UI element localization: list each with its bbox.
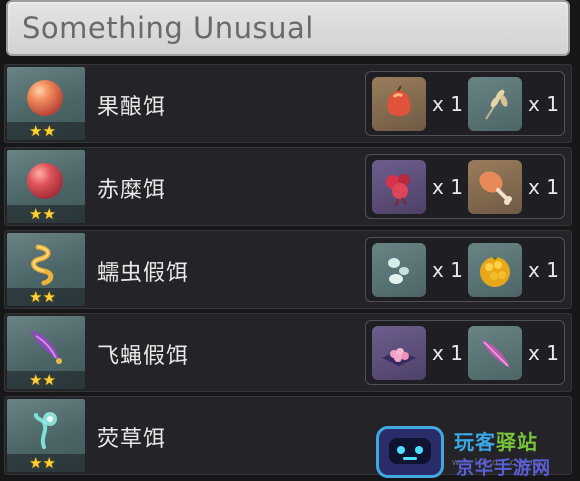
material-quantity: x 1	[528, 258, 559, 282]
materials-box: x 1 x 1	[365, 154, 565, 219]
raw-drumstick-icon	[479, 171, 512, 205]
bait-name: 荧草饵	[97, 427, 167, 452]
orange-fruit-bait-icon	[27, 80, 63, 116]
material-slot[interactable]	[468, 243, 522, 297]
bait-thumbnail: ★★	[7, 316, 85, 389]
material-slot[interactable]	[468, 326, 522, 380]
bait-thumbnail: ★★	[7, 399, 85, 472]
material-quantity: x 1	[432, 175, 463, 199]
bait-thumbnail: ★★	[7, 67, 85, 140]
bait-row[interactable]: ★★ 赤糜饵 x 1 x 1	[4, 147, 572, 226]
material-slot[interactable]	[468, 77, 522, 131]
pink-flower-cluster-icon	[382, 348, 416, 366]
bait-name: 果酿饵	[97, 95, 167, 120]
material-quantity: x 1	[432, 92, 463, 116]
materials-box: x 1 x 1	[365, 237, 565, 302]
watermark-subtitle: 京华手游网	[456, 458, 551, 479]
bait-name: 飞蝇假饵	[97, 344, 190, 369]
material-quantity: x 1	[432, 258, 463, 282]
red-coral-flower-icon	[386, 174, 410, 207]
bait-thumbnail: ★★	[7, 150, 85, 223]
rarity-stars: ★★	[7, 454, 85, 472]
white-droplets-icon	[388, 258, 409, 284]
material-quantity: x 1	[528, 175, 559, 199]
bait-thumbnail: ★★	[7, 233, 85, 306]
bait-row[interactable]: ★★ 蠕虫假饵 x 1 x 1	[4, 230, 572, 309]
wheat-stalk-icon	[485, 89, 508, 120]
fishing-bait-crafting-panel: ★★ 果酿饵 x 1	[0, 0, 580, 481]
search-bar[interactable]	[6, 0, 570, 56]
red-meat-bait-icon	[27, 163, 63, 199]
purple-feather-icon	[482, 340, 510, 368]
material-quantity: x 1	[528, 92, 559, 116]
robot-logo-icon	[376, 426, 444, 478]
material-quantity: x 1	[432, 341, 463, 365]
material-slot[interactable]	[372, 243, 426, 297]
fly-lure-icon	[30, 330, 62, 364]
materials-box: x 1 x 1	[365, 71, 565, 136]
bait-name: 赤糜饵	[97, 178, 167, 203]
material-slot[interactable]	[372, 160, 426, 214]
material-slot[interactable]	[468, 160, 522, 214]
site-watermark: 玩客驿站 w o l k o . c o m 京华手游网	[374, 422, 580, 481]
worm-lure-icon	[31, 244, 54, 286]
sunsettia-fruit-icon	[387, 85, 411, 116]
rarity-stars: ★★	[7, 205, 85, 223]
material-quantity: x 1	[528, 341, 559, 365]
rarity-stars: ★★	[7, 122, 85, 140]
watermark-title: 玩客驿站	[454, 430, 538, 454]
search-input[interactable]	[8, 2, 568, 54]
bait-row[interactable]: ★★ 飞蝇假饵 x 1 x 1	[4, 313, 572, 392]
materials-box: x 1 x 1	[365, 320, 565, 385]
golden-berry-icon	[480, 257, 510, 287]
bait-name: 蠕虫假饵	[97, 261, 190, 286]
rarity-stars: ★★	[7, 371, 85, 389]
rarity-stars: ★★	[7, 288, 85, 306]
glowing-grass-bait-icon	[34, 412, 57, 449]
material-slot[interactable]	[372, 77, 426, 131]
bait-row[interactable]: ★★ 果酿饵 x 1 x 1	[4, 64, 572, 143]
material-slot[interactable]	[372, 326, 426, 380]
